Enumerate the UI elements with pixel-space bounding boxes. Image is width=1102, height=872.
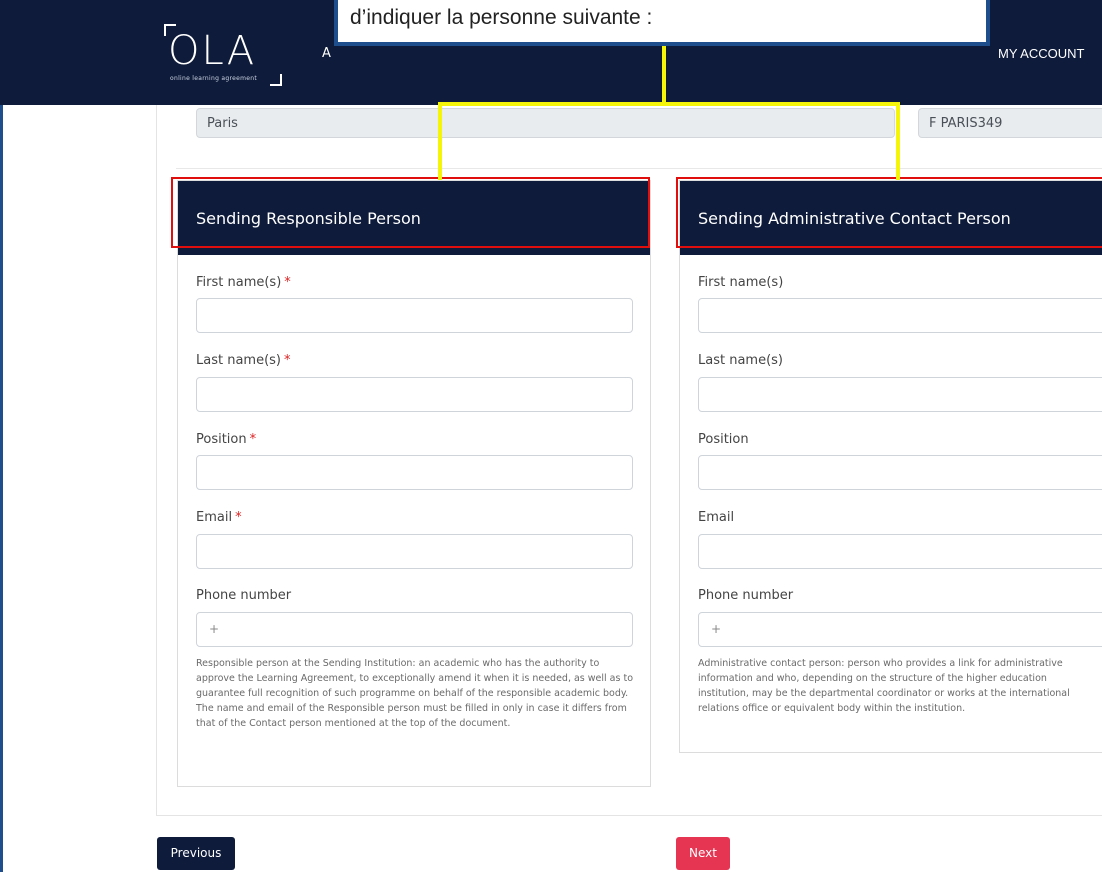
connector-vertical-center (662, 46, 666, 104)
admin-first-name-input[interactable] (698, 298, 1102, 333)
logo-text: OLA (168, 28, 257, 74)
admin-email-label: Email (698, 510, 735, 525)
logo-bracket-bottom-right (270, 74, 282, 86)
connector-horizontal (438, 102, 900, 106)
admin-phone-input[interactable]: + (698, 612, 1102, 647)
responsible-person-help-text: Responsible person at the Sending Instit… (196, 658, 634, 729)
resp-first-name-input[interactable] (196, 298, 633, 333)
annotation-callout: d’indiquer la personne suivante : (334, 0, 990, 46)
admin-phone-label: Phone number (698, 588, 794, 603)
administrative-contact-help-text: Administrative contact person: person wh… (698, 658, 1070, 714)
resp-email-label: Email * (196, 510, 242, 525)
connector-left-drop (438, 102, 442, 180)
nav-my-account[interactable]: MY ACCOUNT (998, 46, 1084, 61)
resp-position-label: Position * (196, 432, 257, 447)
city-field[interactable]: Paris (196, 108, 895, 138)
connector-right-drop (896, 102, 900, 180)
resp-phone-label: Phone number (196, 588, 292, 603)
annotation-text: d’indiquer la personne suivante : (350, 6, 653, 29)
admin-last-name-input[interactable] (698, 377, 1102, 412)
responsible-title-highlight (171, 177, 650, 248)
resp-last-name-label: Last name(s) * (196, 353, 291, 368)
screenshot-edge (0, 0, 3, 872)
previous-button[interactable]: Previous (157, 837, 235, 870)
admin-position-label: Position (698, 432, 749, 447)
resp-email-input[interactable] (196, 534, 633, 569)
admin-position-input[interactable] (698, 455, 1102, 490)
resp-last-name-input[interactable] (196, 377, 633, 412)
resp-phone-input[interactable]: + (196, 612, 633, 647)
nav-item-partial[interactable]: A (322, 46, 331, 61)
resp-position-input[interactable] (196, 455, 633, 490)
administrative-title-highlight (676, 177, 1102, 248)
next-button[interactable]: Next (676, 837, 730, 870)
admin-email-input[interactable] (698, 534, 1102, 569)
logo-subtitle: online learning agreement (170, 75, 257, 82)
section-divider (176, 168, 1102, 169)
resp-first-name-label: First name(s) * (196, 275, 291, 290)
admin-last-name-label: Last name(s) (698, 353, 783, 368)
admin-first-name-label: First name(s) (698, 275, 784, 290)
erasmus-code-field[interactable]: F PARIS349 (918, 108, 1102, 138)
